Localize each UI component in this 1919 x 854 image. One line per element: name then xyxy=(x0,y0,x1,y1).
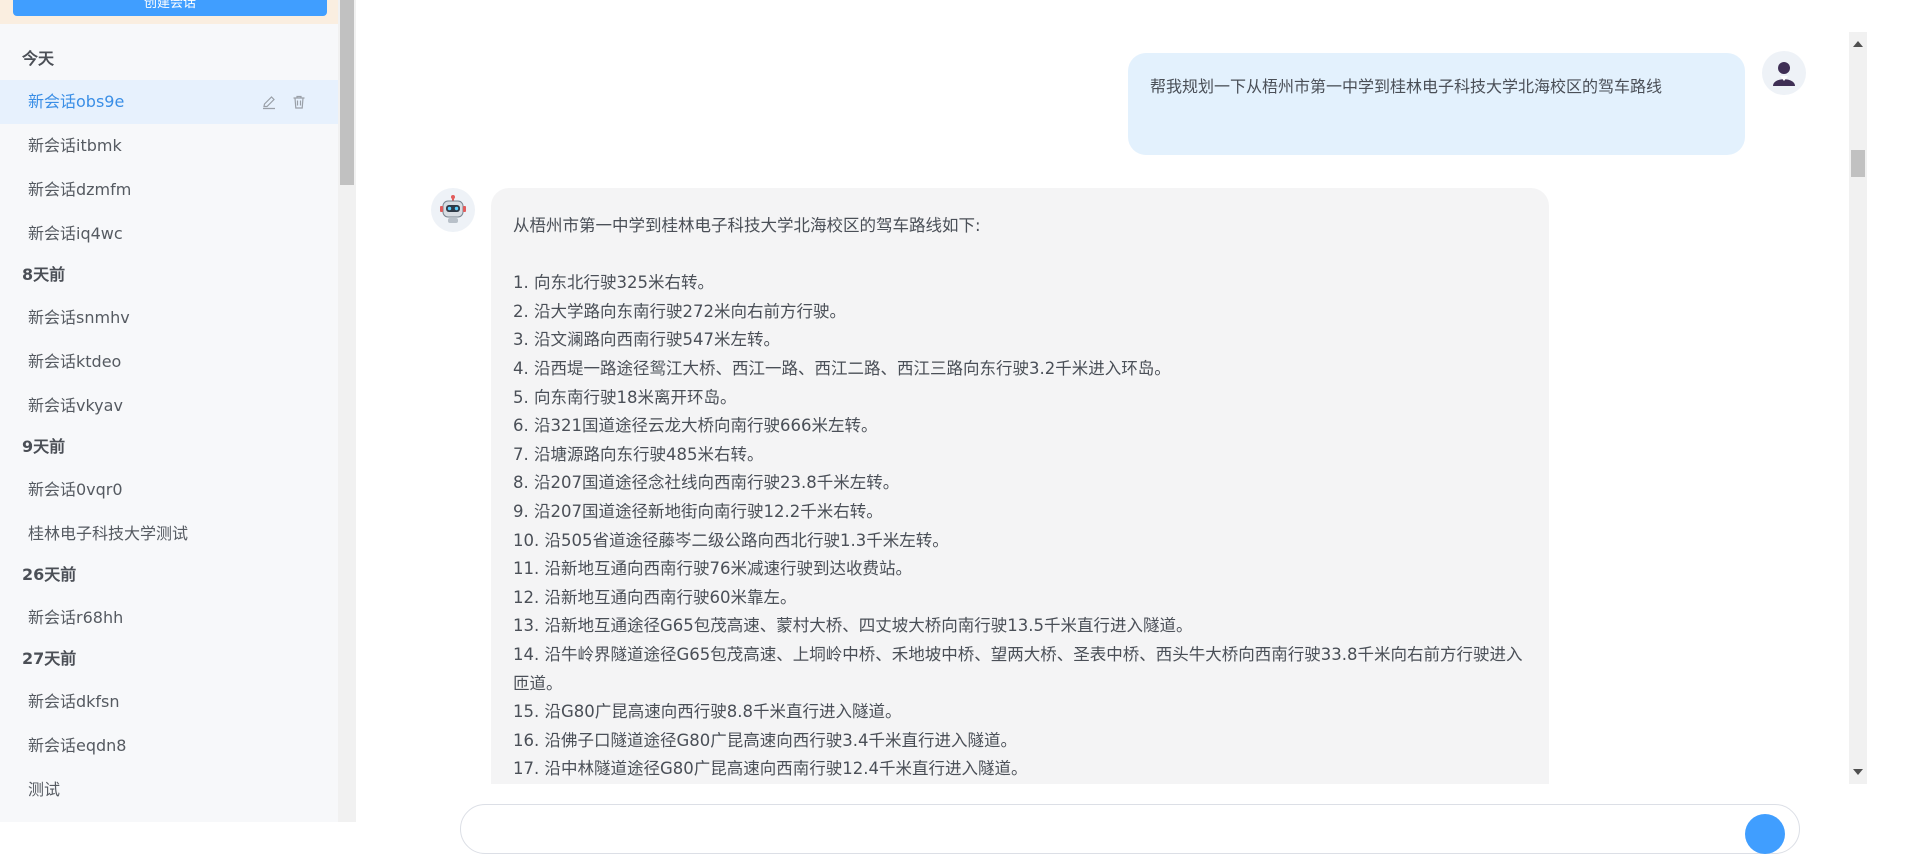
chat-scrollbar-thumb[interactable] xyxy=(1851,150,1865,177)
conversation-item[interactable]: 新会话dkfsn xyxy=(0,680,338,724)
conversation-item[interactable]: 新会话iq4wc xyxy=(0,212,338,256)
route-step: 6. 沿321国道途径云龙大桥向南行驶666米左转。 xyxy=(513,416,878,436)
sidebar-header: 创建会话 xyxy=(0,0,338,24)
route-step: 5. 向东南行驶18米离开环岛。 xyxy=(513,387,737,407)
route-step: 4. 沿西堤一路途径鸳江大桥、西江一路、西江二路、西江三路向东行驶3.2千米进入… xyxy=(513,358,1171,378)
conversation-item[interactable]: 测试 xyxy=(0,768,338,812)
conversation-item[interactable]: 新会话snmhv xyxy=(0,296,338,340)
route-step: 11. 沿新地互通向西南行驶76米减速行驶到达收费站。 xyxy=(513,559,912,579)
route-step: 1. 向东北行驶325米右转。 xyxy=(513,273,714,293)
conversation-item[interactable]: 新会话eqdn8 xyxy=(0,724,338,768)
route-step: 7. 沿塘源路向东行驶485米右转。 xyxy=(513,444,764,464)
conversation-label: 新会话0vqr0 xyxy=(28,480,123,499)
sidebar-scrollbar-thumb[interactable] xyxy=(340,0,354,185)
trash-icon[interactable] xyxy=(290,93,308,111)
group-header-today: 今天 xyxy=(22,49,55,68)
conversation-label: 新会话vkyav xyxy=(28,396,123,415)
message-input[interactable] xyxy=(460,804,1800,854)
chat-messages: 帮我规划一下从梧州市第一中学到桂林电子科技大学北海校区的驾车路线 从梧州市第一中… xyxy=(356,32,1849,784)
route-step: 13. 沿新地互通途径G65包茂高速、蒙村大桥、四丈坡大桥向南行驶13.5千米直… xyxy=(513,616,1193,636)
route-step: 12. 沿新地互通向西南行驶60米靠左。 xyxy=(513,587,797,607)
conversation-label: 新会话ktdeo xyxy=(28,352,122,371)
assistant-message-bubble: 从梧州市第一中学到桂林电子科技大学北海校区的驾车路线如下: 1. 向东北行驶32… xyxy=(491,188,1549,784)
route-step: 16. 沿佛子口隧道途径G80广昆高速向西行驶3.4千米直行进入隧道。 xyxy=(513,730,1018,750)
conversation-item[interactable]: 新会话itbmk xyxy=(0,124,338,168)
conversation-label: 桂林电子科技大学测试 xyxy=(28,524,189,543)
scroll-up-arrow-icon[interactable] xyxy=(1853,41,1863,47)
conversation-label: 新会话iq4wc xyxy=(28,224,123,243)
chat-scrollbar[interactable] xyxy=(1849,32,1867,784)
conversation-item-active[interactable]: 新会话obs9e xyxy=(0,80,338,124)
conversation-label: 新会话dkfsn xyxy=(28,692,120,711)
group-header-27-days: 27天前 xyxy=(22,649,77,668)
route-intro: 从梧州市第一中学到桂林电子科技大学北海校区的驾车路线如下: xyxy=(513,216,981,235)
conversation-item[interactable]: 新会话r68hh xyxy=(0,596,338,640)
send-button[interactable] xyxy=(1745,814,1785,854)
user-avatar-icon xyxy=(1762,51,1806,95)
conversation-item[interactable]: 新会话vkyav xyxy=(0,384,338,428)
main-panel: 帮我规划一下从梧州市第一中学到桂林电子科技大学北海校区的驾车路线 从梧州市第一中… xyxy=(356,0,1919,854)
route-step: 2. 沿大学路向东南行驶272米向右前方行驶。 xyxy=(513,301,846,321)
conversation-label: 测试 xyxy=(28,780,61,799)
new-chat-button[interactable]: 创建会话 xyxy=(13,0,327,16)
sidebar-scrollbar[interactable] xyxy=(338,0,356,822)
route-step: 10. 沿505省道途径藤岑二级公路向西北行驶1.3千米左转。 xyxy=(513,530,949,550)
conversation-label: 新会话dzmfm xyxy=(28,180,132,199)
route-step: 9. 沿207国道途径新地街向南行驶12.2千米右转。 xyxy=(513,501,883,521)
conversation-item[interactable]: 新会话0vqr0 xyxy=(0,468,338,512)
user-message-bubble: 帮我规划一下从梧州市第一中学到桂林电子科技大学北海校区的驾车路线 xyxy=(1128,53,1745,155)
conversation-item[interactable]: 新会话dzmfm xyxy=(0,168,338,212)
route-step: 14. 沿牛岭界隧道途径G65包茂高速、上垌岭中桥、禾地坡中桥、望两大桥、圣表中… xyxy=(513,644,1523,693)
conversation-label: 新会话r68hh xyxy=(28,608,124,627)
route-step: 15. 沿G80广昆高速向西行驶8.8千米直行进入隧道。 xyxy=(513,702,902,722)
route-steps: 1. 向东北行驶325米右转。 2. 沿大学路向东南行驶272米向右前方行驶。 … xyxy=(513,269,1527,784)
scroll-down-arrow-icon[interactable] xyxy=(1853,769,1863,775)
group-header-26-days: 26天前 xyxy=(22,565,77,584)
group-header-8-days: 8天前 xyxy=(22,265,66,284)
conversation-label: 新会话itbmk xyxy=(28,136,122,155)
conversation-label: 新会话obs9e xyxy=(28,92,125,111)
route-step: 17. 沿中林隧道途径G80广昆高速向西南行驶12.4千米直行进入隧道。 xyxy=(513,759,1028,779)
conversation-item[interactable]: 新会话ktdeo xyxy=(0,340,338,384)
group-header-9-days: 9天前 xyxy=(22,437,66,456)
conversation-list: 今天 新会话obs9e 新会话itbmk 新会话dzmfm 新会话iq4wc 8… xyxy=(0,40,338,812)
conversation-actions xyxy=(260,80,308,124)
sidebar: 创建会话 今天 新会话obs9e 新会话itbmk 新会话dzmfm 新会话iq… xyxy=(0,0,338,822)
conversation-item[interactable]: 桂林电子科技大学测试 xyxy=(0,512,338,556)
route-step: 3. 沿文澜路向西南行驶547米左转。 xyxy=(513,330,780,350)
robot-avatar-icon xyxy=(431,188,475,232)
route-step: 8. 沿207国道途径念社线向西南行驶23.8千米左转。 xyxy=(513,473,900,493)
edit-icon[interactable] xyxy=(260,93,278,111)
conversation-label: 新会话snmhv xyxy=(28,308,130,327)
conversation-label: 新会话eqdn8 xyxy=(28,736,127,755)
